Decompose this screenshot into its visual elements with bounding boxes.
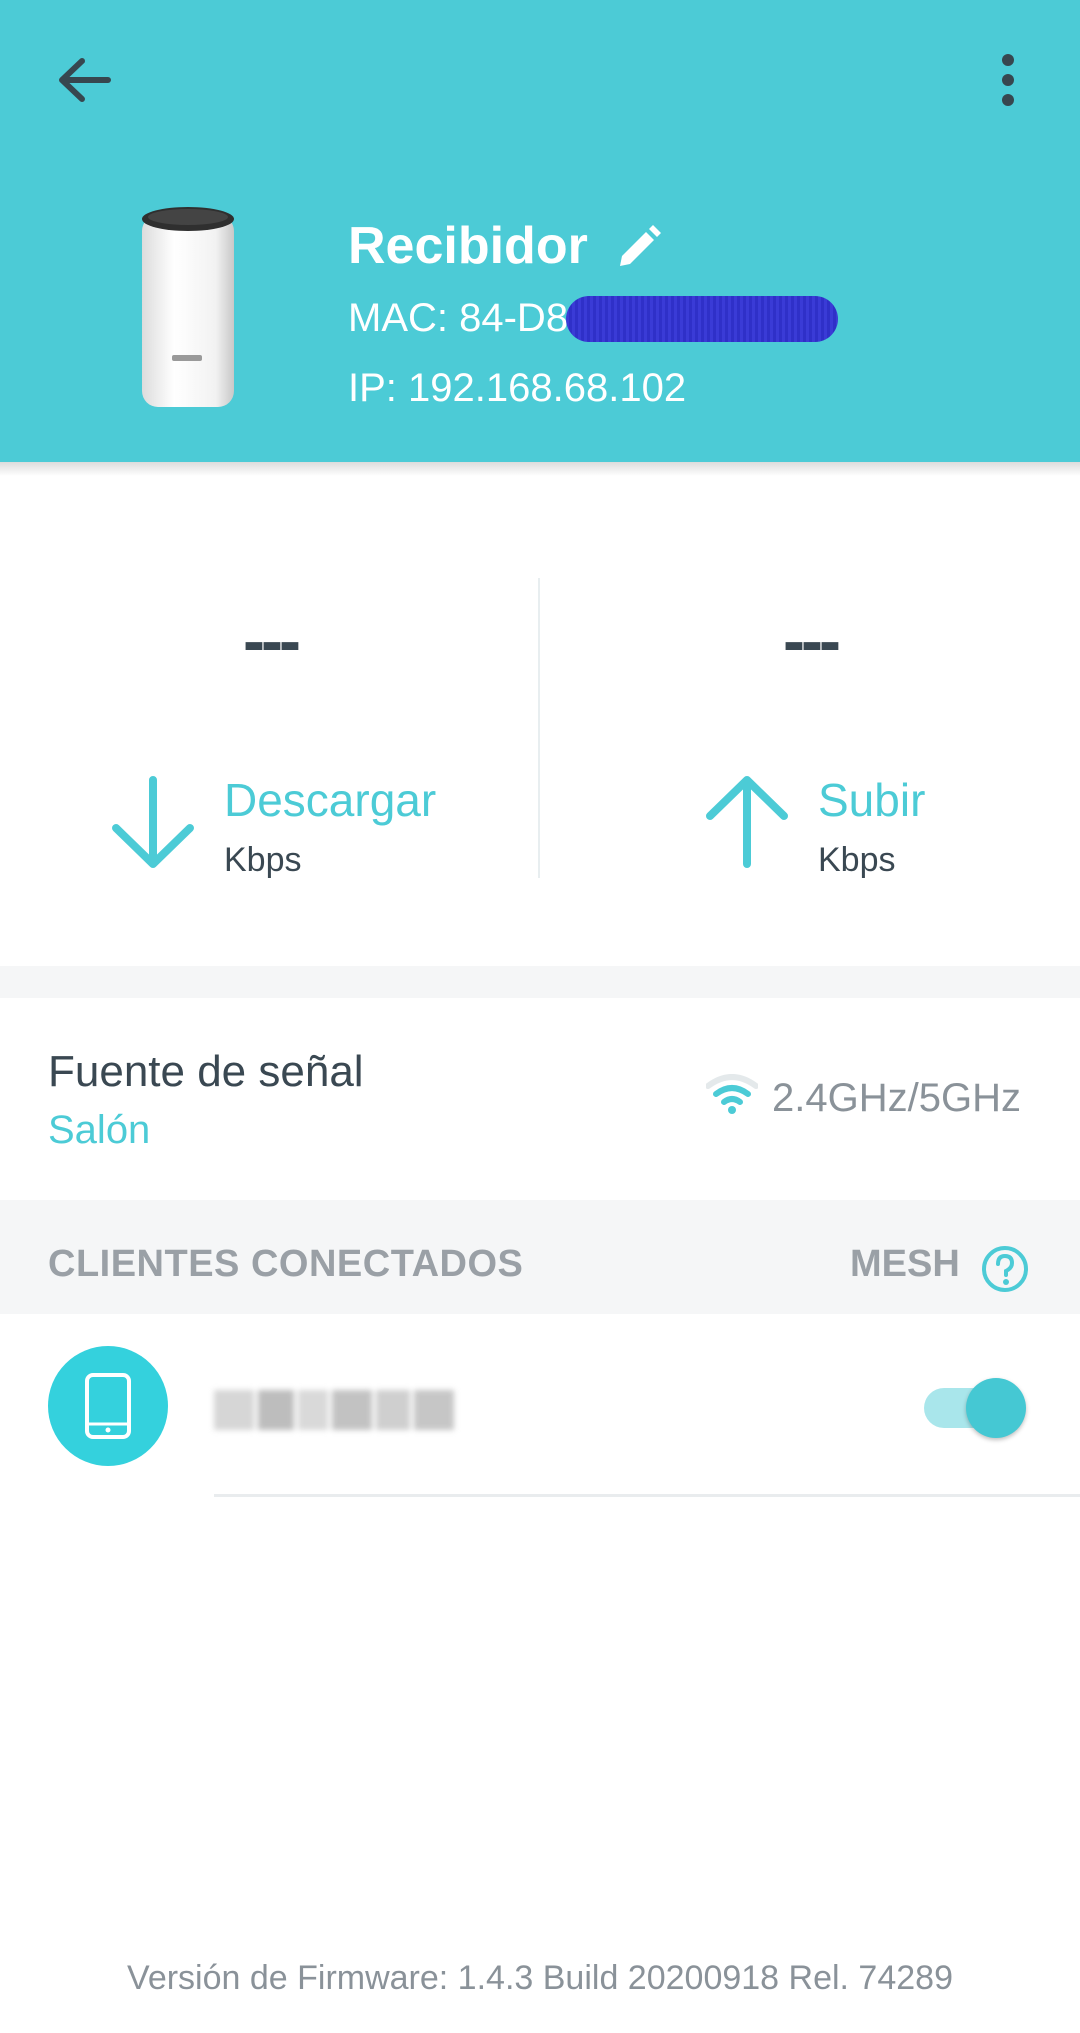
section-separator [0,966,1080,998]
mac-redaction [566,296,838,342]
back-arrow-icon [59,58,111,102]
device-name: Recibidor [348,217,588,275]
signal-source-title: Fuente de señal [48,1047,364,1096]
more-vertical-icon [1002,54,1014,106]
client-mesh-toggle-knob[interactable] [966,1378,1026,1438]
wifi-icon [705,1074,759,1116]
wifi-band: 2.4GHz/5GHz [772,1076,1021,1120]
signal-source-value: Salón [48,1108,151,1152]
client-name-redacted [214,1382,464,1438]
download-label: Descargar [224,774,437,826]
download-speed-value: --- [243,603,301,677]
back-button[interactable] [50,48,118,116]
header-shadow [0,462,1080,476]
firmware-version: Versión de Firmware: 1.4.3 Build 2020091… [127,1959,953,1997]
download-unit: Kbps [224,841,302,879]
edit-pencil-icon [620,225,661,266]
speed-divider [538,578,540,878]
row-divider [214,1494,1080,1497]
ip-address: IP: 192.168.68.102 [348,366,687,410]
smartphone-icon [85,1373,131,1439]
upload-speed-value: --- [783,603,841,677]
upload-label: Subir [818,774,926,826]
mesh-label: MESH [850,1243,960,1285]
client-device-avatar [48,1346,168,1466]
upload-arrow-icon [704,772,790,868]
clients-section-title: CLIENTES CONECTADOS [48,1243,524,1285]
mac-address: MAC: 84-D8 [348,296,569,340]
edit-name-button[interactable] [610,220,666,276]
help-icon[interactable] [980,1244,1030,1294]
more-options-button[interactable] [980,48,1036,116]
deco-device-image [136,205,240,415]
upload-unit: Kbps [818,841,896,879]
download-arrow-icon [110,776,196,872]
